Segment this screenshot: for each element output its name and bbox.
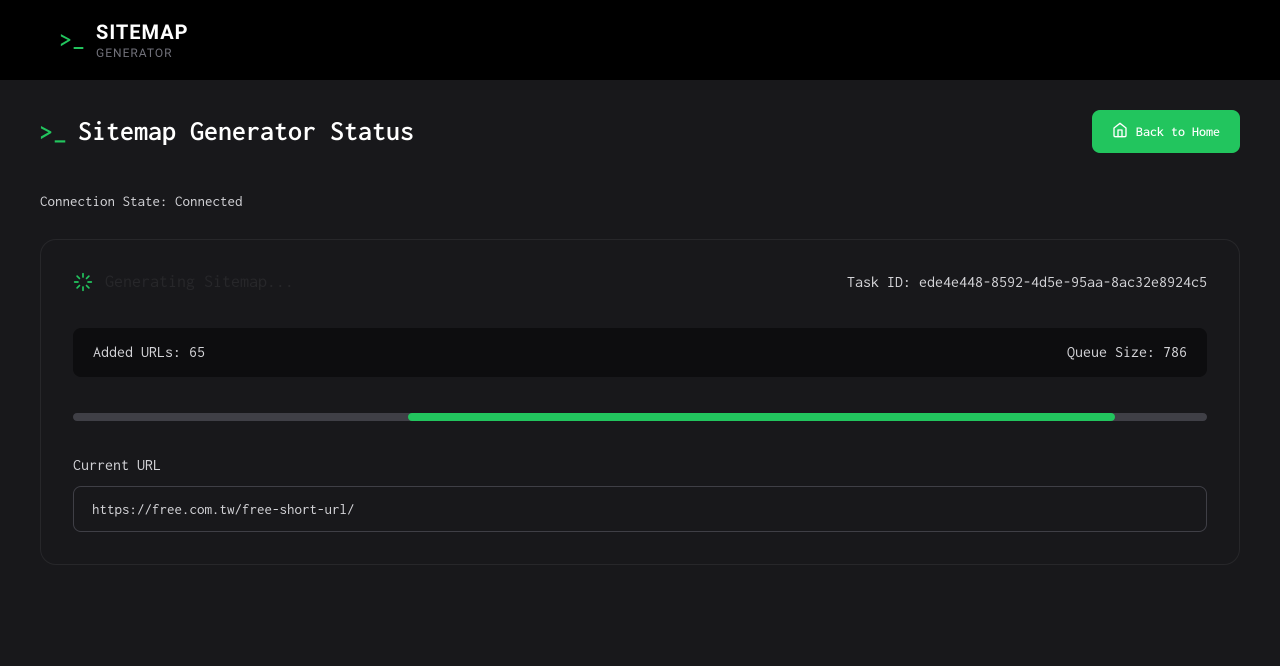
loader-icon (73, 272, 93, 292)
home-icon (1112, 122, 1128, 141)
queue-size-value: 786 (1163, 344, 1187, 361)
queue-size-stat: Queue Size: 786 (1067, 344, 1187, 361)
terminal-icon: >_ (60, 29, 84, 52)
page-title: Sitemap Generator Status (78, 117, 414, 146)
stats-bar: Added URLs: 65 Queue Size: 786 (73, 328, 1207, 377)
home-button-label: Back to Home (1136, 124, 1220, 139)
task-id: Task ID: ede4e448-8592-4d5e-95aa-8ac32e8… (847, 274, 1207, 291)
card-header: Generating Sitemap... Task ID: ede4e448-… (73, 272, 1207, 292)
terminal-icon: >_ (40, 119, 66, 145)
added-urls-value: 65 (189, 344, 205, 361)
current-url-value: https://free.com.tw/free-short-url/ (73, 486, 1207, 532)
added-urls-stat: Added URLs: 65 (93, 344, 205, 361)
generating-text: Generating Sitemap... (105, 273, 294, 291)
page-title-group: >_ Sitemap Generator Status (40, 117, 414, 146)
connection-label: Connection State: (40, 193, 175, 209)
progress-bar (73, 413, 1207, 421)
connection-value: Connected (175, 193, 243, 209)
back-to-home-button[interactable]: Back to Home (1092, 110, 1240, 153)
task-id-label: Task ID: (847, 274, 919, 291)
queue-size-label: Queue Size: (1067, 344, 1163, 361)
progress-track (73, 413, 1207, 421)
title-row: >_ Sitemap Generator Status Back to Home (40, 110, 1240, 153)
added-urls-label: Added URLs: (93, 344, 189, 361)
task-id-value: ede4e448-8592-4d5e-95aa-8ac32e8924c5 (919, 274, 1207, 291)
status-card: Generating Sitemap... Task ID: ede4e448-… (40, 239, 1240, 565)
main-content: >_ Sitemap Generator Status Back to Home… (0, 80, 1280, 595)
app-title: SITEMAP (96, 20, 189, 44)
app-header: >_ SITEMAP GENERATOR (0, 0, 1280, 80)
current-url-label: Current URL (73, 457, 1207, 474)
header-branding: SITEMAP GENERATOR (96, 20, 189, 60)
generating-status: Generating Sitemap... (73, 272, 294, 292)
progress-fill (408, 413, 1116, 421)
app-subtitle: GENERATOR (96, 46, 189, 60)
connection-state: Connection State: Connected (40, 193, 1240, 209)
